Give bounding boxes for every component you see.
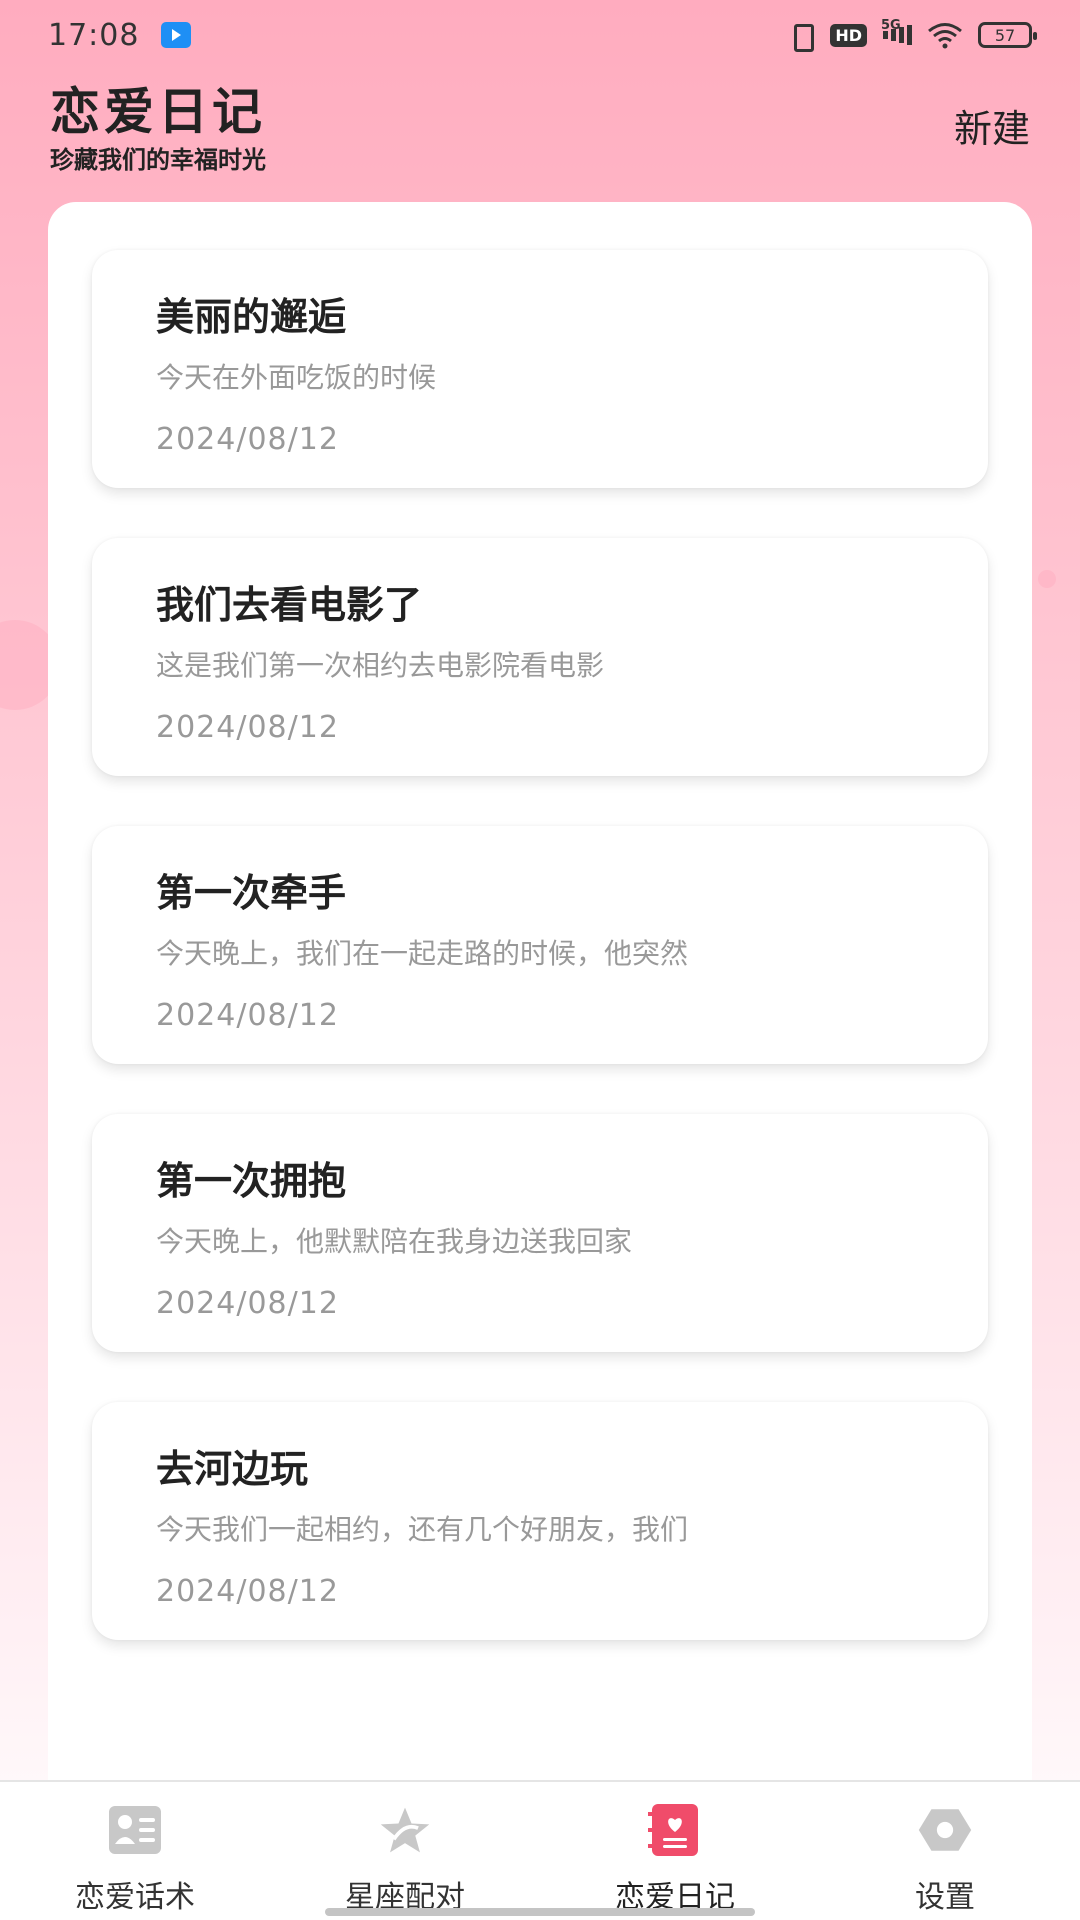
entry-date: 2024/08/12 (156, 1574, 339, 1609)
entry-date: 2024/08/12 (156, 1286, 339, 1321)
diary-entry-card[interactable]: 去河边玩 今天我们一起相约，还有几个好朋友，我们 2024/08/12 (92, 1402, 988, 1640)
nav-label: 恋爱话术 (75, 1880, 195, 1915)
entry-excerpt: 今天晚上，我们在一起走路的时候，他突然 (156, 937, 689, 970)
status-time: 17:08 (48, 17, 140, 53)
nav-item-horoscope[interactable]: 星座配对 (270, 1782, 540, 1920)
wifi-icon (926, 21, 964, 49)
notification-app-icon (161, 22, 192, 48)
page-subtitle: 珍藏我们的幸福时光 (50, 146, 266, 174)
hd-icon: HD (830, 23, 867, 47)
entry-excerpt: 今天晚上，他默默陪在我身边送我回家 (156, 1225, 633, 1258)
nav-item-love-diary[interactable]: 恋爱日记 (540, 1782, 810, 1920)
entry-title: 去河边玩 (156, 1447, 309, 1491)
entry-title: 美丽的邂逅 (156, 295, 347, 339)
nav-label: 设置 (915, 1880, 975, 1915)
settings-hexagon-icon (917, 1802, 973, 1858)
page-title: 恋爱日记 (50, 83, 266, 141)
entry-title: 我们去看电影了 (156, 583, 423, 627)
entry-title: 第一次牵手 (156, 871, 347, 915)
star-icon (377, 1802, 433, 1858)
decorative-dot (1038, 570, 1056, 588)
battery-level: 57 (994, 25, 1016, 45)
diary-entry-card[interactable]: 第一次牵手 今天晚上，我们在一起走路的时候，他突然 2024/08/12 (92, 826, 988, 1064)
entry-excerpt: 这是我们第一次相约去电影院看电影 (156, 649, 605, 682)
status-bar: 17:08 HD 5G 57 (0, 0, 1080, 70)
network-type-label: 5G (881, 18, 901, 33)
diary-panel: 美丽的邂逅 今天在外面吃饭的时候 2024/08/12 我们去看电影了 这是我们… (48, 202, 1032, 1780)
vibrate-icon (786, 22, 816, 52)
nav-item-settings[interactable]: 设置 (810, 1782, 1080, 1920)
entry-title: 第一次拥抱 (156, 1159, 347, 1203)
entry-date: 2024/08/12 (156, 710, 339, 745)
entry-date: 2024/08/12 (156, 998, 339, 1033)
home-indicator[interactable] (325, 1908, 755, 1916)
battery-icon: 57 (978, 22, 1037, 48)
entry-date: 2024/08/12 (156, 422, 339, 457)
nav-item-love-talk[interactable]: 恋爱话术 (0, 1782, 270, 1920)
diary-heart-icon (647, 1802, 703, 1858)
entry-excerpt: 今天在外面吃饭的时候 (156, 361, 437, 394)
diary-entry-card[interactable]: 我们去看电影了 这是我们第一次相约去电影院看电影 2024/08/12 (92, 538, 988, 776)
diary-list: 美丽的邂逅 今天在外面吃饭的时候 2024/08/12 我们去看电影了 这是我们… (92, 250, 988, 1690)
signal-5g-icon: 5G (881, 18, 912, 48)
diary-entry-card[interactable]: 美丽的邂逅 今天在外面吃饭的时候 2024/08/12 (92, 250, 988, 488)
entry-excerpt: 今天我们一起相约，还有几个好朋友，我们 (156, 1513, 689, 1546)
bottom-nav: 恋爱话术 星座配对 恋爱日记 设置 (0, 1780, 1080, 1920)
chat-card-icon (107, 1802, 163, 1858)
new-entry-button[interactable]: 新建 (954, 98, 1030, 153)
diary-entry-card[interactable]: 第一次拥抱 今天晚上，他默默陪在我身边送我回家 2024/08/12 (92, 1114, 988, 1352)
